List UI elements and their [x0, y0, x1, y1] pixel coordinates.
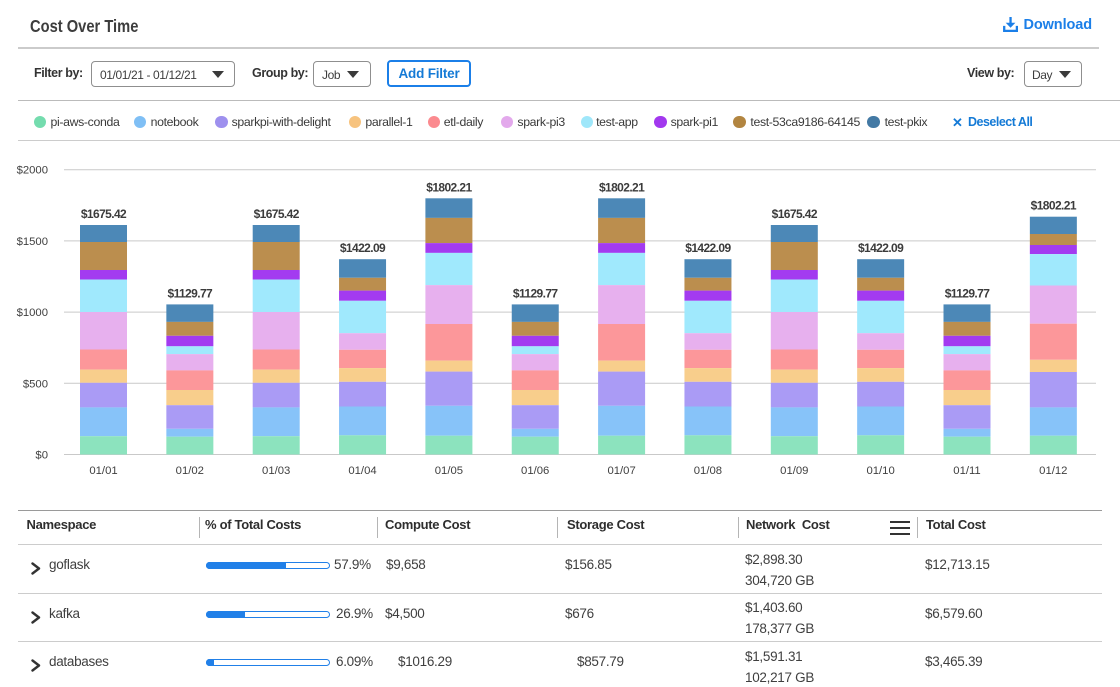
svg-text:$1802.21: $1802.21 — [1031, 199, 1077, 213]
svg-text:$2000: $2000 — [17, 165, 48, 177]
svg-text:$1675.42: $1675.42 — [254, 207, 300, 221]
svg-text:01/11: 01/11 — [953, 465, 980, 477]
svg-text:$1802.21: $1802.21 — [599, 180, 645, 194]
svg-text:01/03: 01/03 — [262, 465, 290, 477]
svg-text:01/07: 01/07 — [607, 465, 635, 477]
svg-text:01/12: 01/12 — [1039, 465, 1067, 477]
svg-text:01/09: 01/09 — [780, 465, 808, 477]
svg-text:$1675.42: $1675.42 — [81, 207, 127, 221]
svg-text:01/08: 01/08 — [694, 465, 722, 477]
svg-text:01/02: 01/02 — [176, 465, 204, 477]
svg-text:01/04: 01/04 — [348, 465, 376, 477]
svg-text:$1000: $1000 — [17, 307, 48, 319]
svg-text:$1129.77: $1129.77 — [513, 286, 559, 300]
svg-text:$1129.77: $1129.77 — [168, 286, 214, 300]
svg-text:$1802.21: $1802.21 — [426, 180, 472, 194]
svg-text:$1422.09: $1422.09 — [858, 241, 904, 255]
svg-text:$500: $500 — [23, 378, 48, 390]
svg-text:$1675.42: $1675.42 — [772, 207, 818, 221]
svg-text:01/06: 01/06 — [521, 465, 549, 477]
svg-text:$1500: $1500 — [17, 236, 48, 248]
svg-text:$1422.09: $1422.09 — [340, 241, 386, 255]
svg-text:$1422.09: $1422.09 — [685, 241, 731, 255]
svg-text:$1129.77: $1129.77 — [945, 286, 991, 300]
svg-text:01/05: 01/05 — [435, 465, 463, 477]
svg-text:$0: $0 — [35, 450, 48, 462]
svg-text:01/10: 01/10 — [866, 465, 894, 477]
svg-text:01/01: 01/01 — [89, 465, 117, 477]
